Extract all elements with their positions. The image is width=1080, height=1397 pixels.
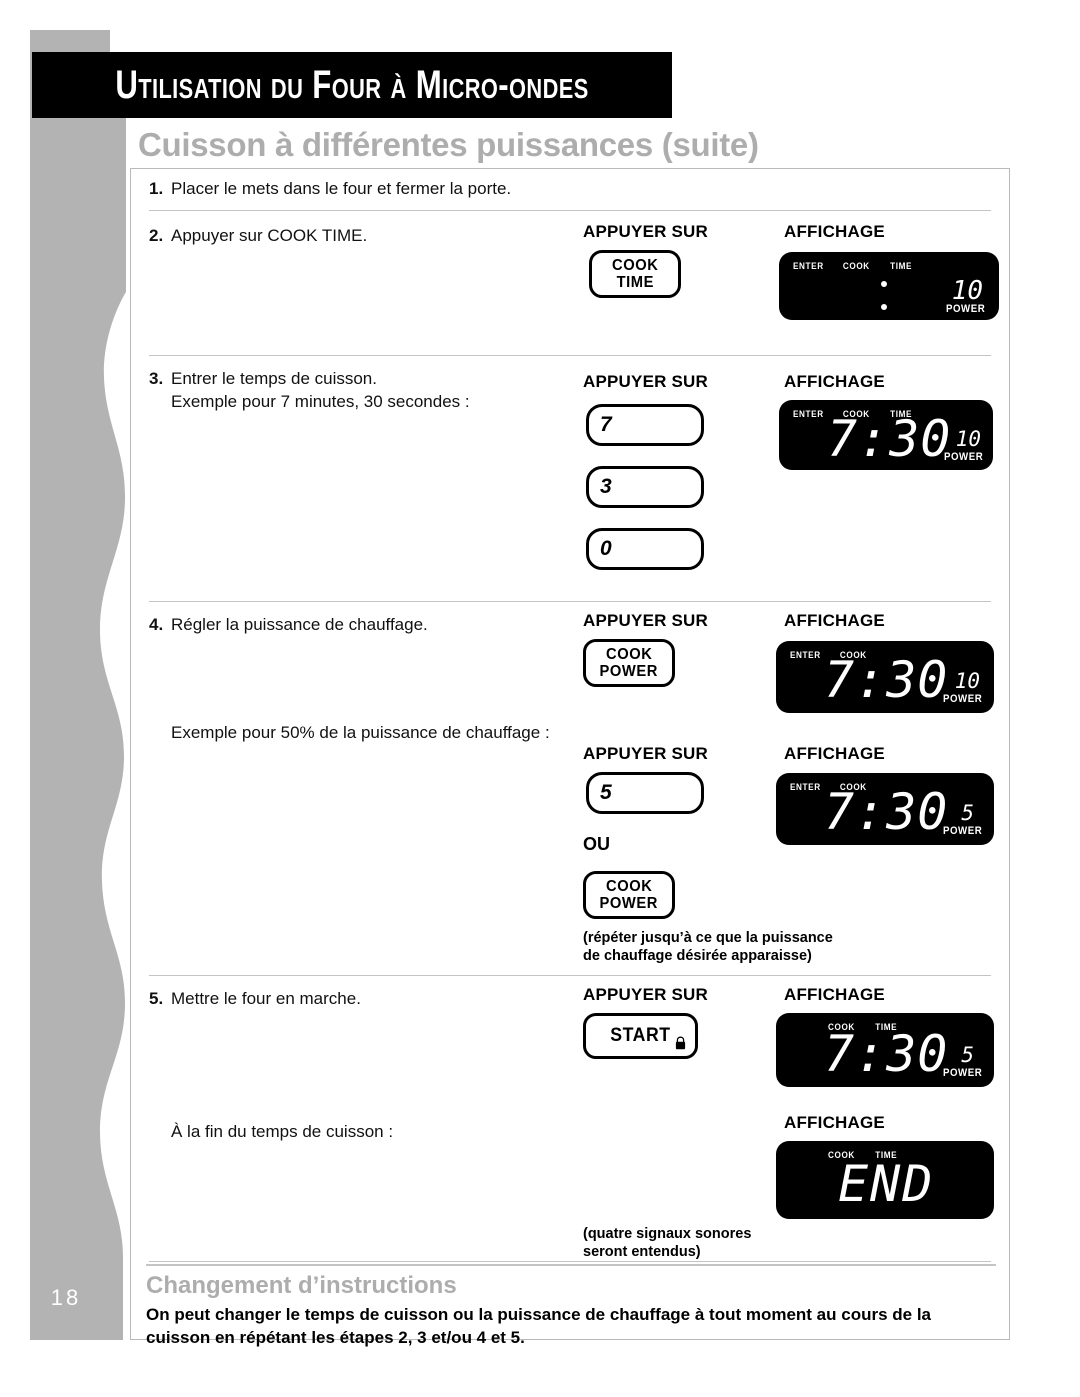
divider [149,975,991,976]
display-heading-step5: AFFICHAGE [784,985,885,1004]
display-end-text: END [838,1155,935,1213]
chapter-title: Utilisation du Four à Micro-ondes [115,62,589,107]
digit-3-label: 3 [600,475,612,498]
display-heading-step4b: AFFICHAGE [784,744,885,763]
footer-body: On peut changer le temps de cuisson ou l… [146,1303,996,1349]
step-1-number: 1. [149,179,164,198]
beeps-note: (quatre signaux sonores seront entendus) [583,1225,751,1261]
display-step2-power-value: 10 [951,276,983,306]
start-button[interactable]: START [583,1013,698,1059]
footer-divider [146,1264,996,1266]
digit-5-button[interactable]: 5 [586,772,704,814]
indicator-enter: ENTER [793,261,824,272]
press-heading-step4: APPUYER SUR [583,611,709,630]
cook-time-button-step2[interactable]: COOK TIME [589,250,681,298]
page-number: 18 [50,1285,82,1310]
cook-power-button-line2: POWER [599,663,659,680]
step-4-example: Exemple pour 50% de la puissance de chau… [171,723,550,742]
cook-power-button-line1: COOK [605,646,653,663]
display-step2-indicators: ENTER COOK TIME [793,261,999,272]
step-4-text: Régler la puissance de chauffage. [171,615,428,634]
repeat-note-line1: (répéter jusqu’à ce que la puissance [583,930,833,946]
step-5-text: Mettre le four en marche. [171,989,361,1008]
display-step4b-power-value: 5 [961,801,974,825]
display-step5-time: 7:30 [824,1025,949,1083]
beeps-note-line2: seront entendus) [583,1244,701,1260]
cook-time-button-line2: TIME [616,274,654,291]
display-step4b-power-label: POWER [943,825,983,837]
display-step3-power-label: POWER [944,451,984,463]
digit-0-label: 0 [600,537,612,560]
page-subtitle: Cuisson à différentes puissances (suite) [138,126,759,163]
step-2-text: Appuyer sur COOK TIME. [171,226,368,245]
step-3-text: Entrer le temps de cuisson. [171,369,377,388]
cook-power-button-step4b[interactable]: COOK POWER [583,871,675,919]
beeps-note-line1: (quatre signaux sonores [583,1226,752,1242]
indicator-time: TIME [890,261,913,272]
digit-7-button[interactable]: 7 [586,404,704,446]
step-3-example: Exemple pour 7 minutes, 30 secondes : [171,392,470,411]
step-5-number: 5. [149,989,164,1008]
press-heading-step3: APPUYER SUR [583,372,709,391]
cook-power-button-line1: COOK [605,878,653,895]
or-label: OU [583,834,610,854]
colon-dot-upper [881,281,887,287]
display-step4b: ENTER COOK 7:30 5 POWER [776,773,994,845]
cook-power-button-line2: POWER [599,895,659,912]
step-3: 3. Entrer le temps de cuisson. [149,367,377,390]
step-2: 2. Appuyer sur COOK TIME. [149,224,367,247]
display-step5-power-value: 5 [961,1043,974,1067]
colon-dot-lower [881,304,887,310]
digit-3-button[interactable]: 3 [586,466,704,508]
display-step2: ENTER COOK TIME 10 POWER [779,252,999,320]
cook-time-button-line1: COOK [611,257,659,274]
instructions-panel: 1. Placer le mets dans le four et fermer … [130,168,1010,1340]
press-heading-step4b: APPUYER SUR [583,744,709,763]
step-4-number: 4. [149,615,164,634]
digit-0-button[interactable]: 0 [586,528,704,570]
step-1: 1. Placer le mets dans le four et fermer … [149,177,511,200]
step-3-number: 3. [149,369,164,388]
display-step2-power-label: POWER [946,303,986,315]
display-step3-time: 7:30 [827,410,952,468]
divider [149,1261,991,1262]
repeat-note-line2: de chauffage désirée apparaisse) [583,948,812,964]
display-step4b-time: 7:30 [824,783,949,841]
page-edge-decoration [30,30,126,1340]
step-5: 5. Mettre le four en marche. [149,987,361,1010]
chapter-header-bar: Utilisation du Four à Micro-ondes [32,52,672,118]
display-heading-step3: AFFICHAGE [784,372,885,391]
display-step4-power-value: 10 [954,669,980,693]
display-step4-power-label: POWER [943,693,983,705]
display-heading-step4: AFFICHAGE [784,611,885,630]
start-button-label: START [610,1025,671,1046]
digit-7-label: 7 [600,413,612,436]
lock-icon [675,1036,686,1050]
display-step5-power-label: POWER [943,1067,983,1079]
display-step3: ENTER COOK TIME 7:30 10 POWER [779,400,993,470]
repeat-note: (répéter jusqu’à ce que la puissance de … [583,929,833,965]
display-end: COOK TIME END [776,1141,994,1219]
divider [149,601,991,602]
display-step4: ENTER COOK 7:30 10 POWER [776,641,994,713]
end-of-time-text: À la fin du temps de cuisson : [171,1122,394,1141]
cook-power-button-step4[interactable]: COOK POWER [583,639,675,687]
divider [149,210,991,211]
step-4: 4. Régler la puissance de chauffage. [149,613,428,636]
footer-body-line2: cuisson en répétant les étapes 2, 3 et/o… [146,1328,525,1347]
divider [149,355,991,356]
press-heading-step5: APPUYER SUR [583,985,709,1004]
display-heading-end: AFFICHAGE [784,1113,885,1132]
step-1-text: Placer le mets dans le four et fermer la… [171,179,512,198]
indicator-cook: COOK [842,261,870,272]
display-heading-step2: AFFICHAGE [784,222,885,241]
step-2-number: 2. [149,226,164,245]
footer-body-line1: On peut changer le temps de cuisson ou l… [146,1305,932,1324]
press-heading-step2: APPUYER SUR [583,222,709,241]
display-step4-time: 7:30 [824,651,949,709]
footer-heading: Changement d’instructions [146,1272,457,1299]
display-step3-power-value: 10 [955,427,981,451]
display-step5: COOK TIME 7:30 5 POWER [776,1013,994,1087]
digit-5-label: 5 [600,781,612,804]
